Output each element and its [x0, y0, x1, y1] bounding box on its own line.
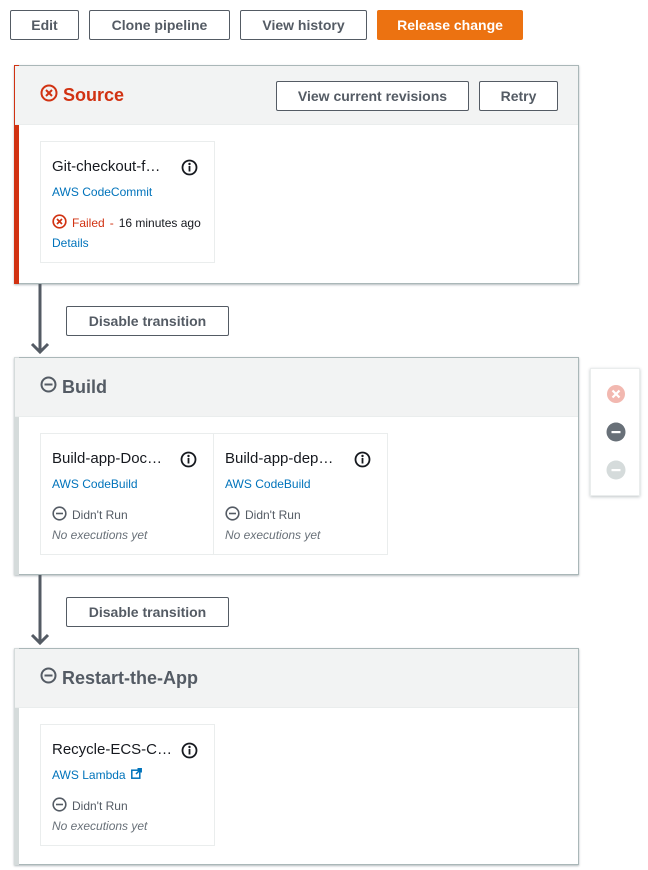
stage-build: Build Build-app-Doc… AWS CodeBuild Didn'… — [14, 357, 579, 575]
transition-arrow — [30, 284, 50, 355]
stage-title-text: Build — [62, 376, 107, 397]
action-name[interactable]: Build-app-dep… — [225, 450, 345, 467]
release-change-button[interactable]: Release change — [377, 10, 523, 40]
action-provider-link[interactable]: AWS Lambda — [52, 768, 142, 782]
info-icon[interactable] — [354, 451, 371, 473]
failed-status-icon[interactable] — [606, 384, 626, 409]
provider-text[interactable]: AWS Lambda — [52, 768, 126, 782]
status-subtext: No executions yet — [225, 528, 321, 542]
status-legend-panel — [590, 368, 640, 496]
action-status: Failed - 16 minutes ago — [52, 214, 201, 232]
stage-header: Restart-the-App — [15, 649, 578, 708]
stage-title-text: Restart-the-App — [62, 667, 199, 688]
action-card: Build-app-Doc… AWS CodeBuild Didn't Run … — [40, 433, 214, 555]
disable-transition-button[interactable]: Disable transition — [66, 306, 229, 336]
stage-title: Restart-the-App — [40, 667, 198, 689]
details-link[interactable]: Details — [52, 236, 89, 250]
stage-source: Source View current revisions Retry Git-… — [14, 65, 579, 284]
stage-title: Source — [40, 84, 124, 107]
failed-icon — [40, 84, 58, 107]
action-provider-link[interactable]: AWS CodeBuild — [52, 477, 138, 491]
stage-restart-the-app: Restart-the-App Recycle-ECS-C… AWS Lambd… — [14, 648, 579, 865]
stage-header: Build — [15, 358, 578, 417]
view-current-revisions-button[interactable]: View current revisions — [276, 81, 469, 111]
info-icon[interactable] — [181, 159, 198, 181]
status-text: Didn't Run — [72, 508, 128, 522]
failed-icon — [52, 214, 67, 232]
external-link-icon[interactable] — [130, 768, 142, 782]
action-name[interactable]: Recycle-ECS-C… — [52, 741, 172, 758]
info-icon[interactable] — [181, 742, 198, 764]
edit-button[interactable]: Edit — [10, 10, 79, 40]
status-subtext: No executions yet — [52, 819, 148, 833]
action-card: Recycle-ECS-C… AWS Lambda Didn't Run No … — [40, 724, 215, 846]
action-card: Build-app-dep… AWS CodeBuild Didn't Run … — [213, 433, 388, 555]
action-name[interactable]: Git-checkout-f… — [52, 158, 172, 175]
stage-header: Source View current revisions Retry — [15, 66, 578, 125]
action-card: Git-checkout-f… AWS CodeCommit Failed - … — [40, 141, 215, 263]
action-status: Didn't Run — [52, 797, 128, 815]
status-text: Failed — [72, 216, 105, 230]
status-subtext: No executions yet — [52, 528, 148, 542]
stage-title: Build — [40, 376, 107, 398]
stage-title-text: Source — [63, 85, 125, 105]
status-text: Didn't Run — [245, 508, 301, 522]
action-provider-link[interactable]: AWS CodeBuild — [225, 477, 311, 491]
action-provider-link[interactable]: AWS CodeCommit — [52, 185, 152, 199]
transition-arrow — [30, 575, 50, 646]
retry-button[interactable]: Retry — [479, 81, 558, 111]
action-status: Didn't Run — [52, 506, 128, 524]
didnt-run-icon — [52, 797, 67, 815]
status-separator: - — [109, 216, 114, 230]
status-text: Didn't Run — [72, 799, 128, 813]
didnt-run-icon — [225, 506, 240, 524]
action-name[interactable]: Build-app-Doc… — [52, 450, 172, 467]
info-icon[interactable] — [180, 451, 197, 473]
didnt-run-icon — [40, 376, 57, 398]
clone-pipeline-button[interactable]: Clone pipeline — [89, 10, 230, 40]
disabled-status-icon[interactable] — [606, 460, 626, 485]
didnt-run-icon — [40, 667, 57, 689]
action-status: Didn't Run — [225, 506, 301, 524]
didnt-run-status-icon[interactable] — [606, 422, 626, 447]
disable-transition-button[interactable]: Disable transition — [66, 597, 229, 627]
view-history-button[interactable]: View history — [240, 10, 367, 40]
status-time: 16 minutes ago — [118, 216, 201, 230]
didnt-run-icon — [52, 506, 67, 524]
